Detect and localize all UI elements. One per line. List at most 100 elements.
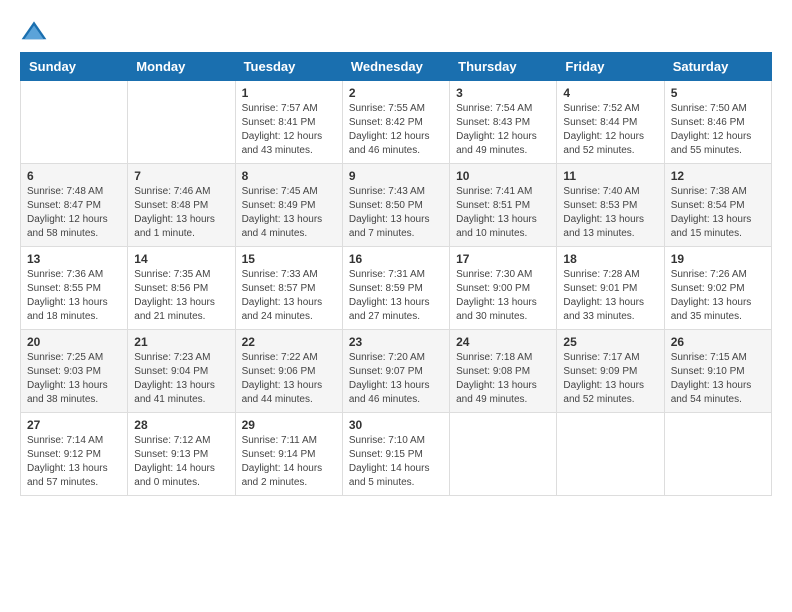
day-number: 14 (134, 252, 228, 266)
day-info: Sunrise: 7:11 AM Sunset: 9:14 PM Dayligh… (242, 434, 336, 490)
day-number: 17 (456, 252, 550, 266)
day-cell (450, 413, 557, 496)
day-number: 27 (27, 418, 121, 432)
logo (20, 20, 52, 42)
day-info: Sunrise: 7:45 AM Sunset: 8:49 PM Dayligh… (242, 185, 336, 241)
day-header-tuesday: Tuesday (235, 53, 342, 81)
day-cell: 23Sunrise: 7:20 AM Sunset: 9:07 PM Dayli… (342, 330, 449, 413)
day-cell: 25 Sunrise: 7:17 AM Sunset: 9:09 PM Dayli… (557, 330, 664, 413)
day-cell: 4 Sunrise: 7:52 AM Sunset: 8:44 PM Daylig… (557, 81, 664, 164)
day-info: Sunrise: 7:23 AM Sunset: 9:04 PM Dayligh… (134, 351, 228, 407)
day-info: Sunrise: 7:38 AM Sunset: 8:54 PM Dayligh… (671, 185, 765, 241)
day-cell: 8Sunrise: 7:45 AM Sunset: 8:49 PM Daylig… (235, 164, 342, 247)
day-cell: 15 Sunrise: 7:33 AM Sunset: 8:57 PM Dayli… (235, 247, 342, 330)
day-info: Sunrise: 7:14 AM Sunset: 9:12 PM Dayligh… (27, 434, 121, 490)
day-number: 7 (134, 169, 228, 183)
day-header-wednesday: Wednesday (342, 53, 449, 81)
day-info: Sunrise: 7:41 AM Sunset: 8:51 PM Dayligh… (456, 185, 550, 241)
day-number: 6 (27, 169, 121, 183)
day-cell: 1 Sunrise: 7:57 AM Sunset: 8:41 PM Daylig… (235, 81, 342, 164)
calendar-body: 1 Sunrise: 7:57 AM Sunset: 8:41 PM Daylig… (21, 81, 772, 496)
day-number: 15 (242, 252, 336, 266)
day-header-monday: Monday (128, 53, 235, 81)
day-number: 29 (242, 418, 336, 432)
day-cell: 2 Sunrise: 7:55 AM Sunset: 8:42 PM Daylig… (342, 81, 449, 164)
day-info: Sunrise: 7:46 AM Sunset: 8:48 PM Dayligh… (134, 185, 228, 241)
day-cell: 29 Sunrise: 7:11 AM Sunset: 9:14 PM Dayli… (235, 413, 342, 496)
day-number: 19 (671, 252, 765, 266)
day-cell (21, 81, 128, 164)
day-cell (664, 413, 771, 496)
day-number: 18 (563, 252, 657, 266)
day-cell: 28Sunrise: 7:12 AM Sunset: 9:13 PM Dayli… (128, 413, 235, 496)
day-number: 4 (563, 86, 657, 100)
day-number: 3 (456, 86, 550, 100)
day-number: 25 (563, 335, 657, 349)
week-row-2: 6 Sunrise: 7:48 AM Sunset: 8:47 PM Daylig… (21, 164, 772, 247)
week-row-3: 13Sunrise: 7:36 AM Sunset: 8:55 PM Dayli… (21, 247, 772, 330)
day-number: 26 (671, 335, 765, 349)
day-number: 20 (27, 335, 121, 349)
day-cell: 3Sunrise: 7:54 AM Sunset: 8:43 PM Daylig… (450, 81, 557, 164)
day-cell: 22 Sunrise: 7:22 AM Sunset: 9:06 PM Dayli… (235, 330, 342, 413)
day-cell: 18 Sunrise: 7:28 AM Sunset: 9:01 PM Dayli… (557, 247, 664, 330)
day-cell: 20 Sunrise: 7:25 AM Sunset: 9:03 PM Dayli… (21, 330, 128, 413)
day-info: Sunrise: 7:28 AM Sunset: 9:01 PM Dayligh… (563, 268, 657, 324)
day-info: Sunrise: 7:43 AM Sunset: 8:50 PM Dayligh… (349, 185, 443, 241)
day-info: Sunrise: 7:55 AM Sunset: 8:42 PM Dayligh… (349, 102, 443, 158)
day-number: 5 (671, 86, 765, 100)
day-cell: 26 Sunrise: 7:15 AM Sunset: 9:10 PM Dayli… (664, 330, 771, 413)
day-info: Sunrise: 7:52 AM Sunset: 8:44 PM Dayligh… (563, 102, 657, 158)
day-info: Sunrise: 7:12 AM Sunset: 9:13 PM Dayligh… (134, 434, 228, 490)
page-header (20, 20, 772, 42)
day-cell: 30Sunrise: 7:10 AM Sunset: 9:15 PM Dayli… (342, 413, 449, 496)
week-row-1: 1 Sunrise: 7:57 AM Sunset: 8:41 PM Daylig… (21, 81, 772, 164)
header-row: SundayMondayTuesdayWednesdayThursdayFrid… (21, 53, 772, 81)
day-number: 16 (349, 252, 443, 266)
day-number: 11 (563, 169, 657, 183)
day-number: 2 (349, 86, 443, 100)
day-header-sunday: Sunday (21, 53, 128, 81)
day-info: Sunrise: 7:15 AM Sunset: 9:10 PM Dayligh… (671, 351, 765, 407)
day-cell (557, 413, 664, 496)
day-number: 12 (671, 169, 765, 183)
day-info: Sunrise: 7:31 AM Sunset: 8:59 PM Dayligh… (349, 268, 443, 324)
day-number: 1 (242, 86, 336, 100)
day-info: Sunrise: 7:17 AM Sunset: 9:09 PM Dayligh… (563, 351, 657, 407)
calendar: SundayMondayTuesdayWednesdayThursdayFrid… (20, 52, 772, 496)
day-cell: 6 Sunrise: 7:48 AM Sunset: 8:47 PM Daylig… (21, 164, 128, 247)
day-number: 13 (27, 252, 121, 266)
day-cell: 24 Sunrise: 7:18 AM Sunset: 9:08 PM Dayli… (450, 330, 557, 413)
day-info: Sunrise: 7:35 AM Sunset: 8:56 PM Dayligh… (134, 268, 228, 324)
day-info: Sunrise: 7:18 AM Sunset: 9:08 PM Dayligh… (456, 351, 550, 407)
day-number: 24 (456, 335, 550, 349)
day-info: Sunrise: 7:48 AM Sunset: 8:47 PM Dayligh… (27, 185, 121, 241)
week-row-4: 20 Sunrise: 7:25 AM Sunset: 9:03 PM Dayli… (21, 330, 772, 413)
day-header-thursday: Thursday (450, 53, 557, 81)
day-cell: 21 Sunrise: 7:23 AM Sunset: 9:04 PM Dayli… (128, 330, 235, 413)
week-row-5: 27 Sunrise: 7:14 AM Sunset: 9:12 PM Dayli… (21, 413, 772, 496)
day-number: 23 (349, 335, 443, 349)
day-info: Sunrise: 7:25 AM Sunset: 9:03 PM Dayligh… (27, 351, 121, 407)
day-cell: 7 Sunrise: 7:46 AM Sunset: 8:48 PM Daylig… (128, 164, 235, 247)
day-header-friday: Friday (557, 53, 664, 81)
day-info: Sunrise: 7:26 AM Sunset: 9:02 PM Dayligh… (671, 268, 765, 324)
day-info: Sunrise: 7:22 AM Sunset: 9:06 PM Dayligh… (242, 351, 336, 407)
day-cell: 11 Sunrise: 7:40 AM Sunset: 8:53 PM Dayli… (557, 164, 664, 247)
day-number: 9 (349, 169, 443, 183)
day-header-saturday: Saturday (664, 53, 771, 81)
day-cell: 17 Sunrise: 7:30 AM Sunset: 9:00 PM Dayli… (450, 247, 557, 330)
day-cell: 16 Sunrise: 7:31 AM Sunset: 8:59 PM Dayli… (342, 247, 449, 330)
day-info: Sunrise: 7:40 AM Sunset: 8:53 PM Dayligh… (563, 185, 657, 241)
day-number: 22 (242, 335, 336, 349)
day-number: 30 (349, 418, 443, 432)
day-info: Sunrise: 7:50 AM Sunset: 8:46 PM Dayligh… (671, 102, 765, 158)
day-number: 21 (134, 335, 228, 349)
day-cell (128, 81, 235, 164)
day-info: Sunrise: 7:30 AM Sunset: 9:00 PM Dayligh… (456, 268, 550, 324)
day-info: Sunrise: 7:57 AM Sunset: 8:41 PM Dayligh… (242, 102, 336, 158)
day-cell: 12 Sunrise: 7:38 AM Sunset: 8:54 PM Dayli… (664, 164, 771, 247)
day-number: 10 (456, 169, 550, 183)
day-info: Sunrise: 7:33 AM Sunset: 8:57 PM Dayligh… (242, 268, 336, 324)
day-cell: 14 Sunrise: 7:35 AM Sunset: 8:56 PM Dayli… (128, 247, 235, 330)
